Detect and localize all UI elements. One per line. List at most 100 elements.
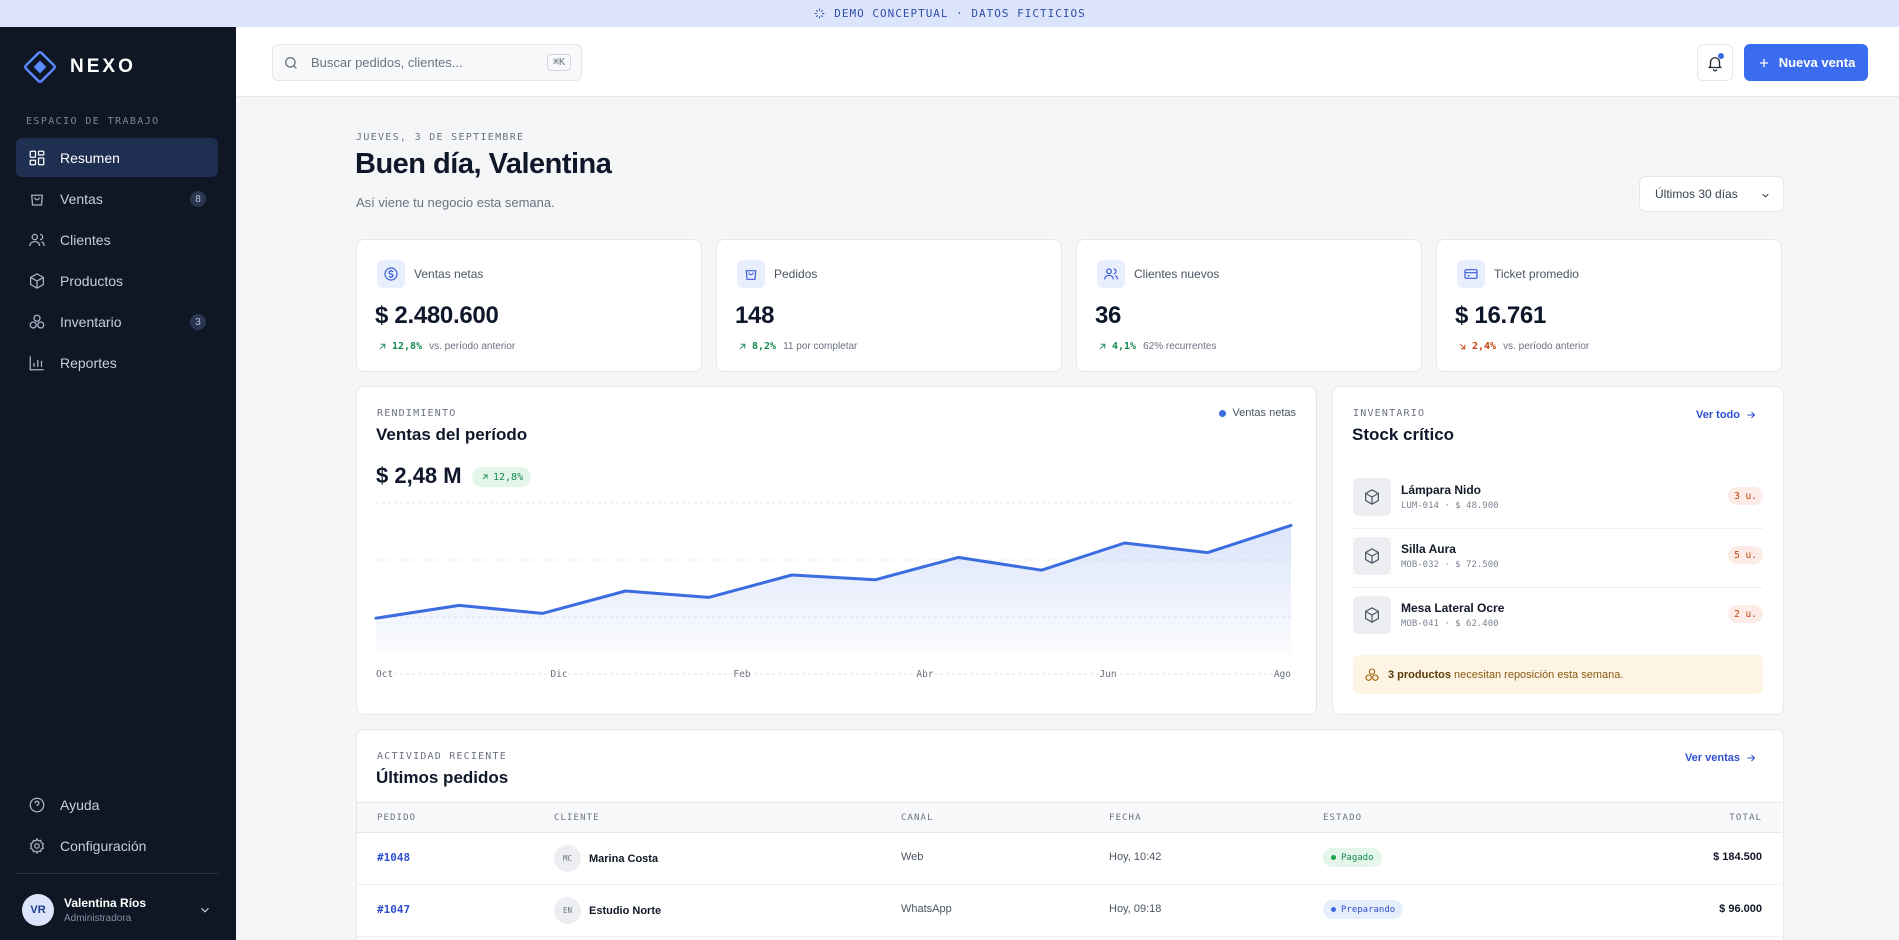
kpi-note: 11 por completar xyxy=(783,341,858,352)
see-sales-link[interactable]: Ver ventas xyxy=(1685,752,1757,764)
bag-icon xyxy=(745,270,757,280)
column-header: CANAL xyxy=(901,813,934,823)
stock-item[interactable]: Silla Aura MOB-032 · $ 72.500 5 u. xyxy=(1353,529,1763,588)
stack-icon xyxy=(1365,667,1379,681)
product-meta: MOB-041 · $ 62.400 xyxy=(1401,619,1499,629)
kpi-note: vs. período anterior xyxy=(1503,341,1590,352)
dollar-icon xyxy=(384,267,398,281)
date-range-select[interactable]: Últimos 30 días xyxy=(1639,176,1784,212)
search-input[interactable] xyxy=(311,55,531,70)
arrow-down-right-icon xyxy=(1459,343,1466,350)
chart-x-tick-label: Dic xyxy=(550,669,567,680)
bar-chart-icon xyxy=(29,355,44,370)
status-badge: Pagado xyxy=(1323,848,1382,867)
sidebar-item-resumen[interactable]: Resumen xyxy=(16,138,218,177)
order-channel: Web xyxy=(901,851,924,863)
kpi-delta: 8,2% 11 por completar xyxy=(737,341,857,352)
kpi-card-ticket-promedio: Ticket promedio $ 16.761 2,4% vs. períod… xyxy=(1436,239,1782,372)
client-avatar: MC xyxy=(554,845,581,872)
chart-legend: Ventas netas xyxy=(1219,407,1296,419)
see-all-label: Ver ventas xyxy=(1684,752,1740,764)
notifications-button[interactable] xyxy=(1697,44,1733,81)
date-range-value: Últimos 30 días xyxy=(1655,187,1738,201)
search-box[interactable]: ⌘K xyxy=(272,44,582,81)
sidebar-item-ayuda[interactable]: Ayuda xyxy=(16,785,218,824)
gear-icon xyxy=(29,837,45,854)
kpi-delta: 4,1% 62% recurrentes xyxy=(1097,341,1216,352)
chart-x-tick-label: Oct xyxy=(376,669,393,680)
column-header: TOTAL xyxy=(1729,813,1762,823)
brand-logo[interactable]: NEXO xyxy=(22,49,136,85)
product-thumb xyxy=(1353,537,1391,575)
stock-qty-badge: 3 u. xyxy=(1728,487,1763,505)
brand-name: NEXO xyxy=(70,56,136,77)
order-id[interactable]: #1047 xyxy=(377,903,410,916)
new-sale-button[interactable]: Nueva venta xyxy=(1744,44,1868,81)
kpi-value: $ 2.480.600 xyxy=(375,302,499,329)
stock-card: INVENTARIO Stock crítico Ver todo Lámpar… xyxy=(1332,386,1784,715)
avatar: VR xyxy=(22,894,54,926)
sidebar-nav: Resumen Ventas 8 Clientes Productos Inve… xyxy=(16,138,218,384)
sidebar-item-clientes[interactable]: Clientes xyxy=(16,220,218,259)
kpi-value: 148 xyxy=(735,302,775,329)
product-name: Mesa Lateral Ocre xyxy=(1401,601,1505,615)
product-name: Lámpara Nido xyxy=(1401,483,1482,497)
user-menu[interactable]: VR Valentina Ríos Administradora xyxy=(22,890,212,930)
chart-x-tick-label: Jun xyxy=(1099,669,1116,680)
arrow-right-icon xyxy=(1747,754,1756,762)
status-label: Preparando xyxy=(1341,904,1396,915)
chart-area-fill xyxy=(376,525,1291,655)
order-date: Hoy, 10:42 xyxy=(1109,851,1162,863)
users-icon xyxy=(29,233,45,246)
kpi-delta-value: 8,2% xyxy=(752,341,777,352)
order-client: MC Marina Costa xyxy=(554,845,658,872)
kpi-label: Clientes nuevos xyxy=(1134,267,1220,281)
stock-qty-badge: 2 u. xyxy=(1728,605,1763,623)
product-name: Silla Aura xyxy=(1401,542,1456,556)
order-total: $ 184.500 xyxy=(1713,851,1762,863)
kpi-delta: 2,4% vs. período anterior xyxy=(1457,341,1589,352)
help-icon xyxy=(29,797,45,812)
page-title: Buen día, Valentina xyxy=(355,148,612,180)
grid-icon xyxy=(29,150,45,165)
table-row[interactable]: #1047 EN Estudio Norte WhatsApp Hoy, 09:… xyxy=(357,885,1782,937)
workspace-label: ESPACIO DE TRABAJO xyxy=(26,116,160,127)
stock-item[interactable]: Mesa Lateral Ocre MOB-041 · $ 62.400 2 u… xyxy=(1353,588,1763,647)
order-date: Hoy, 09:18 xyxy=(1109,903,1162,915)
demo-banner: DEMO CONCEPTUAL · DATOS FICTICIOS xyxy=(0,0,1899,27)
sales-delta-value: 12,8% xyxy=(493,471,524,483)
legend-label: Ventas netas xyxy=(1232,407,1296,419)
product-thumb xyxy=(1353,478,1391,516)
sidebar-bottom-nav: Ayuda Configuración xyxy=(16,785,218,867)
sparkle-icon xyxy=(814,8,825,19)
current-date: JUEVES, 3 DE SEPTIEMBRE xyxy=(356,132,525,143)
chart-x-tick-label: Abr xyxy=(916,669,933,680)
order-channel: WhatsApp xyxy=(901,903,952,915)
kpi-card-pedidos: Pedidos 148 8,2% 11 por completar xyxy=(716,239,1062,372)
legend-swatch xyxy=(1219,409,1227,417)
sidebar-item-ventas[interactable]: Ventas 8 xyxy=(16,179,218,218)
card-title: Ventas del período xyxy=(376,425,528,444)
product-meta: LUM-014 · $ 48.900 xyxy=(1401,501,1499,511)
sidebar-item-inventario[interactable]: Inventario 3 xyxy=(16,302,218,341)
order-id[interactable]: #1048 xyxy=(377,851,410,864)
sidebar-item-label: Resumen xyxy=(60,149,120,166)
plus-icon xyxy=(1759,58,1768,67)
arrow-up-right-icon xyxy=(1099,343,1106,350)
sidebar-item-label: Clientes xyxy=(60,231,111,248)
product-thumb xyxy=(1353,596,1391,634)
sidebar-item-configuracion[interactable]: Configuración xyxy=(16,826,218,865)
kpi-icon xyxy=(377,260,405,288)
client-name: Marina Costa xyxy=(589,852,659,865)
sidebar-item-count: 3 xyxy=(190,314,206,330)
kpi-label: Pedidos xyxy=(774,267,818,281)
sidebar-item-productos[interactable]: Productos xyxy=(16,261,218,300)
kpi-label: Ticket promedio xyxy=(1494,267,1579,281)
sidebar-item-reportes[interactable]: Reportes xyxy=(16,343,218,382)
chart-x-tick-label: Ago xyxy=(1274,669,1291,680)
see-all-stock-link[interactable]: Ver todo xyxy=(1696,409,1757,421)
sidebar-item-label: Inventario xyxy=(60,313,122,330)
stock-item[interactable]: Lámpara Nido LUM-014 · $ 48.900 3 u. xyxy=(1353,470,1763,529)
table-row[interactable]: #1048 MC Marina Costa Web Hoy, 10:42 Pag… xyxy=(357,833,1782,885)
sidebar-item-label: Productos xyxy=(60,272,124,289)
